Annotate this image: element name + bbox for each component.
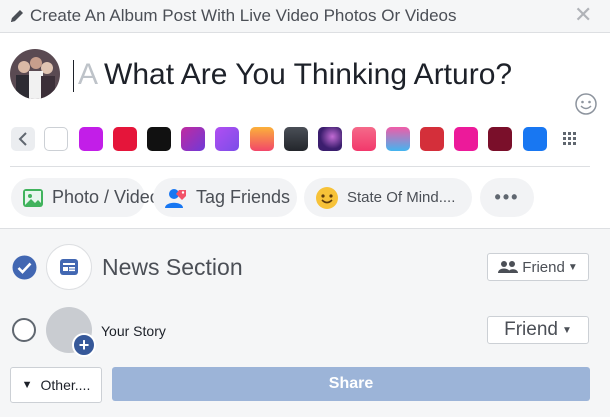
photo-icon xyxy=(22,188,44,208)
swatch-black[interactable] xyxy=(147,127,171,151)
news-feed-icon xyxy=(46,244,92,290)
swatch-charcoal[interactable] xyxy=(284,127,308,151)
swatch-purple-magenta[interactable] xyxy=(181,127,205,151)
tag-friends-button[interactable]: Tag Friends xyxy=(153,178,297,217)
caret-down-icon: ▼ xyxy=(21,379,33,391)
swatch-orange-pink[interactable] xyxy=(250,127,274,151)
news-audience-selector[interactable]: Friend ▼ xyxy=(487,253,589,281)
swatch-hot-pink[interactable] xyxy=(454,127,478,151)
swatch-blue-pink[interactable] xyxy=(386,127,410,151)
tag-friends-icon xyxy=(164,187,188,209)
text-cursor xyxy=(73,60,74,92)
photo-video-label: Photo / Video xyxy=(52,187,160,207)
add-story-icon: + xyxy=(72,333,96,357)
other-label: Other.... xyxy=(40,377,91,393)
more-icon: ••• xyxy=(494,187,520,207)
post-text-input[interactable]: A What Are You Thinking Arturo? xyxy=(78,58,512,92)
swatch-crimson[interactable] xyxy=(420,127,444,151)
close-icon[interactable]: ✕ xyxy=(574,4,592,26)
news-audience-label: Friend xyxy=(522,258,565,276)
state-of-mind-label: State Of Mind.... xyxy=(347,189,456,206)
news-section-label: News Section xyxy=(102,254,243,280)
chevron-down-icon: ▼ xyxy=(567,261,578,273)
avatar xyxy=(10,49,60,99)
composer-title: Create An Album Post With Live Video Pho… xyxy=(30,6,457,25)
your-story-label: Your Story xyxy=(101,323,166,339)
swatch-maroon[interactable] xyxy=(488,127,512,151)
photo-video-button[interactable]: Photo / Video xyxy=(11,178,160,217)
share-button[interactable]: Share xyxy=(112,367,590,401)
your-story-radio[interactable] xyxy=(12,318,36,342)
swatch-galaxy[interactable] xyxy=(318,127,342,151)
swatch-white[interactable] xyxy=(44,127,68,151)
swatch-pink-red[interactable] xyxy=(352,127,376,151)
tag-friends-label: Tag Friends xyxy=(196,187,291,207)
smiley-icon xyxy=(315,186,339,210)
post-placeholder: What Are You Thinking Arturo? xyxy=(104,58,513,91)
grid-icon[interactable] xyxy=(558,127,582,151)
share-label: Share xyxy=(328,375,374,392)
chevron-left-icon[interactable] xyxy=(11,127,35,151)
pencil-icon xyxy=(9,8,25,29)
story-audience-label: Friend xyxy=(504,319,558,340)
state-of-mind-button[interactable]: State Of Mind.... xyxy=(304,178,472,217)
other-dropdown[interactable]: ▼ Other.... xyxy=(10,367,102,403)
swatch-violet[interactable] xyxy=(215,127,239,151)
news-section-checkbox[interactable] xyxy=(12,255,37,285)
divider xyxy=(10,166,590,167)
swatch-blue[interactable] xyxy=(523,127,547,151)
story-audience-selector[interactable]: Friend ▼ xyxy=(487,316,589,344)
emoji-icon[interactable] xyxy=(575,93,597,120)
swatch-red[interactable] xyxy=(113,127,137,151)
ghost-char: A xyxy=(78,58,99,91)
composer-header: Create An Album Post With Live Video Pho… xyxy=(0,0,610,33)
more-options-button[interactable]: ••• xyxy=(480,178,534,217)
friends-icon xyxy=(498,260,519,274)
chevron-down-icon: ▼ xyxy=(561,324,572,336)
swatch-magenta[interactable] xyxy=(79,127,103,151)
